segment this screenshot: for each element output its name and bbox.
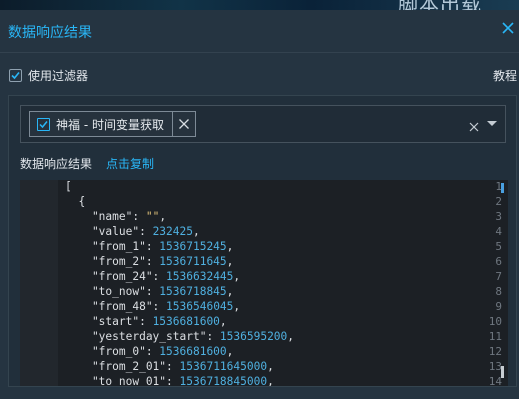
code-line: { [65, 195, 86, 208]
line-number: 5 [495, 240, 502, 253]
selected-filter-tag[interactable]: 神福 - 时间变量获取 [29, 111, 196, 137]
line-number: 9 [495, 300, 502, 313]
line-number: 6 [495, 255, 502, 268]
json-value: 1536595200 [219, 330, 288, 343]
code-line: "to_now": 1536718845, [65, 285, 234, 298]
response-dialog: 数据响应结果 使用过滤器 教程 神福 - 时间变量获取 数据响应结果 点击复制 … [0, 10, 519, 399]
json-value: "" [145, 210, 160, 223]
json-value: 1536632445 [166, 270, 234, 283]
json-editor[interactable]: 1 [2 {3 "name": "", 4 "value": 232425, 5 "f… [20, 180, 508, 386]
line-number: 13 [488, 360, 502, 373]
json-value: 1536711645000 [179, 360, 268, 373]
json-value: 1536715245 [159, 240, 227, 253]
header-divider [0, 52, 519, 53]
remove-tag-icon[interactable] [171, 112, 195, 136]
code-line: "from_1": 1536715245, [65, 240, 234, 253]
chevron-down-icon[interactable] [487, 121, 497, 126]
line-number: 3 [495, 210, 502, 223]
code-line: "name": "", [65, 210, 167, 223]
code-line: "from_2": 1536711645, [65, 255, 234, 268]
tag-checkbox[interactable] [37, 117, 50, 131]
code-line: "from_0": 1536681600, [65, 345, 234, 358]
json-value: 1536681600 [159, 345, 227, 358]
line-number-gutter [20, 180, 58, 386]
line-number: 14 [488, 375, 502, 386]
response-label: 数据响应结果 [20, 157, 93, 171]
dialog-title: 数据响应结果 [8, 25, 92, 41]
line-number: 2 [495, 195, 502, 208]
line-number: 11 [488, 330, 502, 343]
use-filter-label[interactable]: 使用过滤器 [28, 67, 88, 84]
line-number: 1 [495, 180, 502, 193]
code-line: "start": 1536681600, [65, 315, 227, 328]
line-number: 12 [488, 345, 502, 358]
code-line: "to_now_01": 1536718845000, [65, 375, 274, 386]
code-line: "from_24": 1536632445, [65, 270, 241, 283]
line-number: 8 [495, 285, 502, 298]
code-line: [ [65, 180, 72, 193]
checkmark-icon [39, 120, 48, 128]
close-icon[interactable] [500, 20, 516, 36]
scrollbar-thumb[interactable] [501, 366, 504, 378]
scrollbar-top-marker[interactable] [501, 183, 504, 193]
code-line: "yesterday_start": 1536595200, [65, 330, 295, 343]
line-number: 10 [488, 315, 502, 328]
line-number: 4 [495, 225, 502, 238]
filter-select[interactable]: 神福 - 时间变量获取 [20, 105, 506, 143]
json-value: 1536718845 [159, 285, 227, 298]
use-filter-checkbox[interactable] [9, 69, 22, 82]
json-value: 1536681600 [152, 315, 220, 328]
json-value: 1536718845000 [179, 375, 268, 386]
code-line: "from_2_01": 1536711645000, [65, 360, 274, 373]
tutorial-link[interactable]: 教程 [493, 67, 517, 84]
clear-selection-icon[interactable] [469, 117, 479, 136]
copy-link[interactable]: 点击复制 [106, 155, 154, 172]
json-value: 232425 [152, 225, 193, 238]
json-value: 1536711645 [159, 255, 227, 268]
json-value: 1536546045 [166, 300, 234, 313]
code-line: "value": 232425, [65, 225, 200, 238]
checkmark-icon [11, 71, 20, 80]
code-line: "from_48": 1536546045, [65, 300, 241, 313]
selected-filter-label: 神福 - 时间变量获取 [56, 117, 164, 132]
filter-content-area: 神福 - 时间变量获取 数据响应结果 点击复制 1 [2 {3 "name": "… [8, 95, 517, 387]
line-number: 7 [495, 270, 502, 283]
